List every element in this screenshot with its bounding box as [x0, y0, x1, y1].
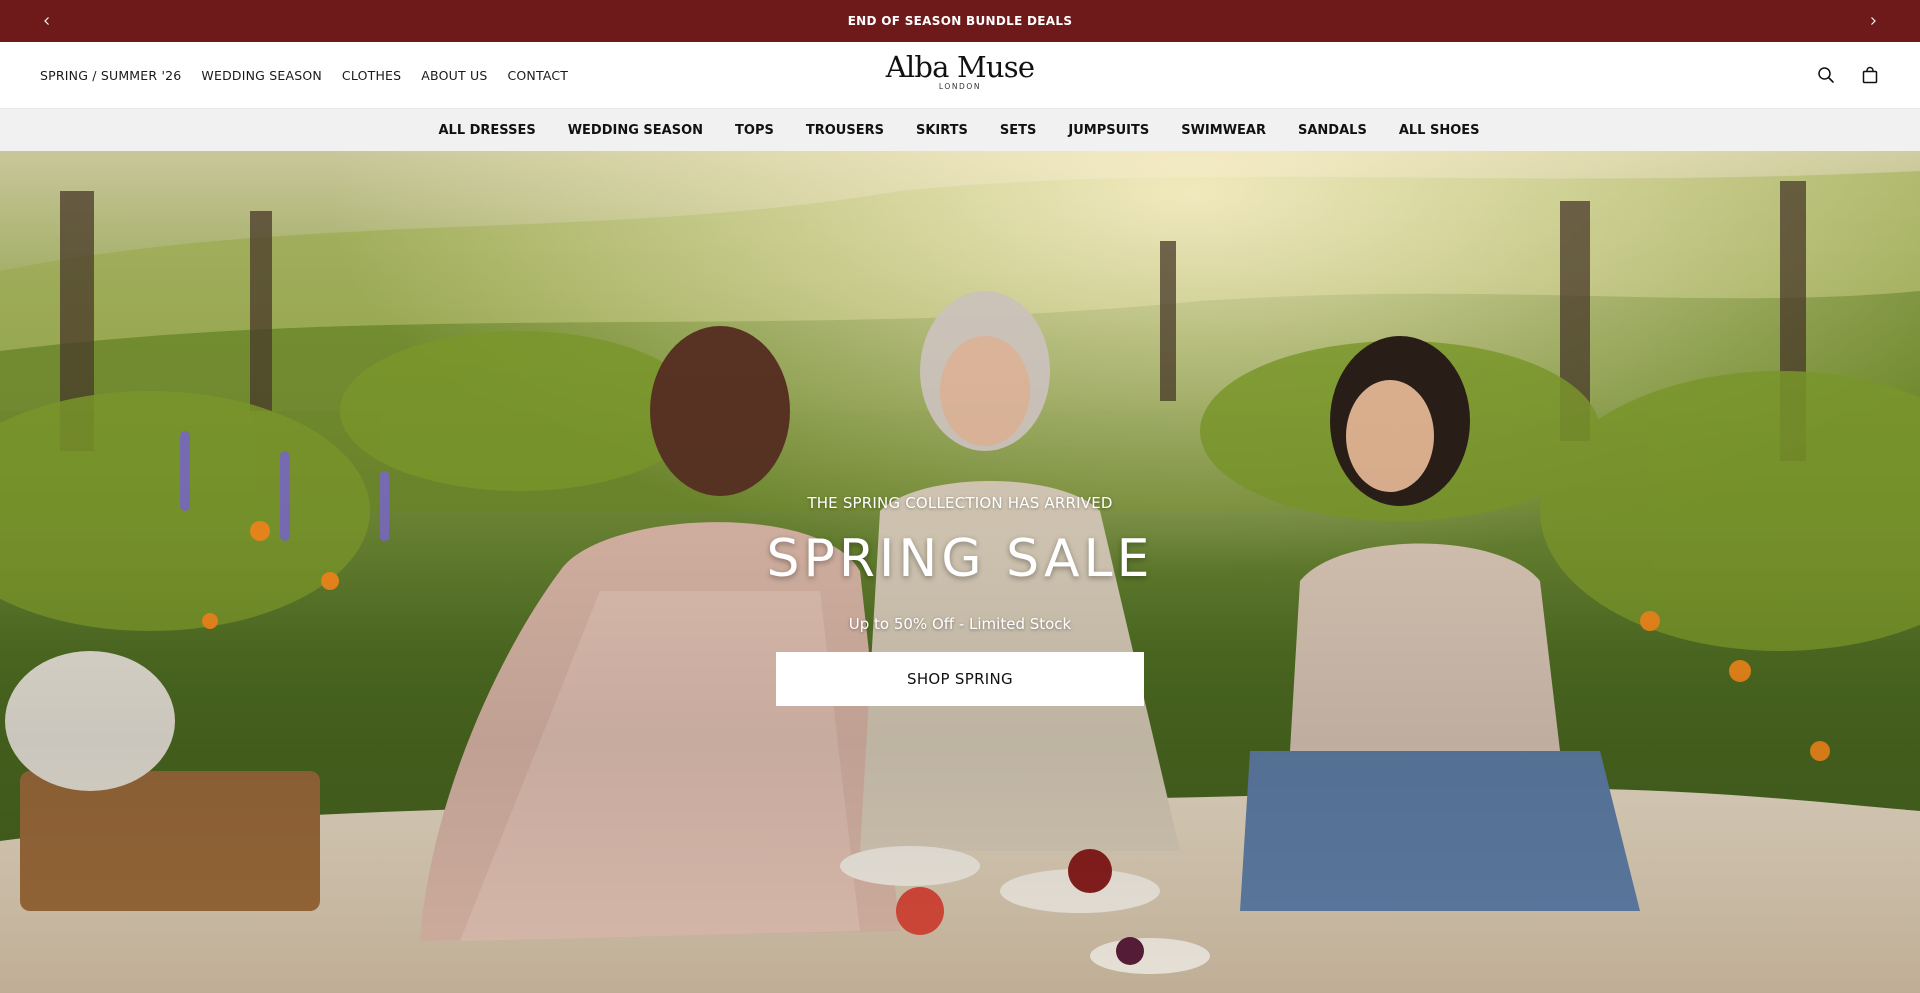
category-swimwear[interactable]: SWIMWEAR	[1181, 123, 1266, 138]
nav-contact[interactable]: CONTACT	[507, 68, 568, 83]
category-wedding-season[interactable]: WEDDING SEASON	[568, 123, 703, 138]
shopping-bag-icon[interactable]	[1860, 65, 1880, 85]
header-actions	[1816, 42, 1880, 108]
category-trousers[interactable]: TROUSERS	[806, 123, 884, 138]
hero-subtitle: Up to 50% Off - Limited Stock	[848, 615, 1072, 633]
chevron-left-icon[interactable]	[26, 0, 68, 42]
hero-eyebrow: THE SPRING COLLECTION HAS ARRIVED	[807, 494, 1113, 512]
announcement-bar: END OF SEASON BUNDLE DEALS	[0, 0, 1920, 42]
logo-name: Alba Muse	[885, 50, 1035, 84]
shop-spring-button[interactable]: SHOP SPRING	[776, 652, 1144, 706]
site-header: SPRING / SUMMER '26 WEDDING SEASON CLOTH…	[0, 42, 1920, 108]
announcement-text[interactable]: END OF SEASON BUNDLE DEALS	[848, 14, 1073, 28]
hero-content: THE SPRING COLLECTION HAS ARRIVED SPRING…	[0, 151, 1920, 993]
primary-nav: SPRING / SUMMER '26 WEDDING SEASON CLOTH…	[40, 42, 568, 108]
hero-title: SPRING SALE	[766, 529, 1154, 589]
category-all-shoes[interactable]: ALL SHOES	[1399, 123, 1480, 138]
category-all-dresses[interactable]: ALL DRESSES	[438, 123, 535, 138]
category-list: ALL DRESSES WEDDING SEASON TOPS TROUSERS…	[438, 123, 1479, 138]
nav-wedding-season[interactable]: WEDDING SEASON	[201, 68, 322, 83]
category-sets[interactable]: SETS	[1000, 123, 1036, 138]
category-tops[interactable]: TOPS	[735, 123, 774, 138]
search-icon[interactable]	[1816, 65, 1836, 85]
hero-banner[interactable]: THE SPRING COLLECTION HAS ARRIVED SPRING…	[0, 151, 1920, 993]
nav-about-us[interactable]: ABOUT US	[421, 68, 487, 83]
category-jumpsuits[interactable]: JUMPSUITS	[1068, 123, 1149, 138]
category-sandals[interactable]: SANDALS	[1298, 123, 1367, 138]
chevron-right-icon[interactable]	[1852, 0, 1894, 42]
brand-logo[interactable]: Alba Muse LONDON	[860, 52, 1060, 100]
nav-clothes[interactable]: CLOTHES	[342, 68, 401, 83]
nav-spring-summer[interactable]: SPRING / SUMMER '26	[40, 68, 181, 83]
category-skirts[interactable]: SKIRTS	[916, 123, 968, 138]
category-bar: ALL DRESSES WEDDING SEASON TOPS TROUSERS…	[0, 108, 1920, 151]
